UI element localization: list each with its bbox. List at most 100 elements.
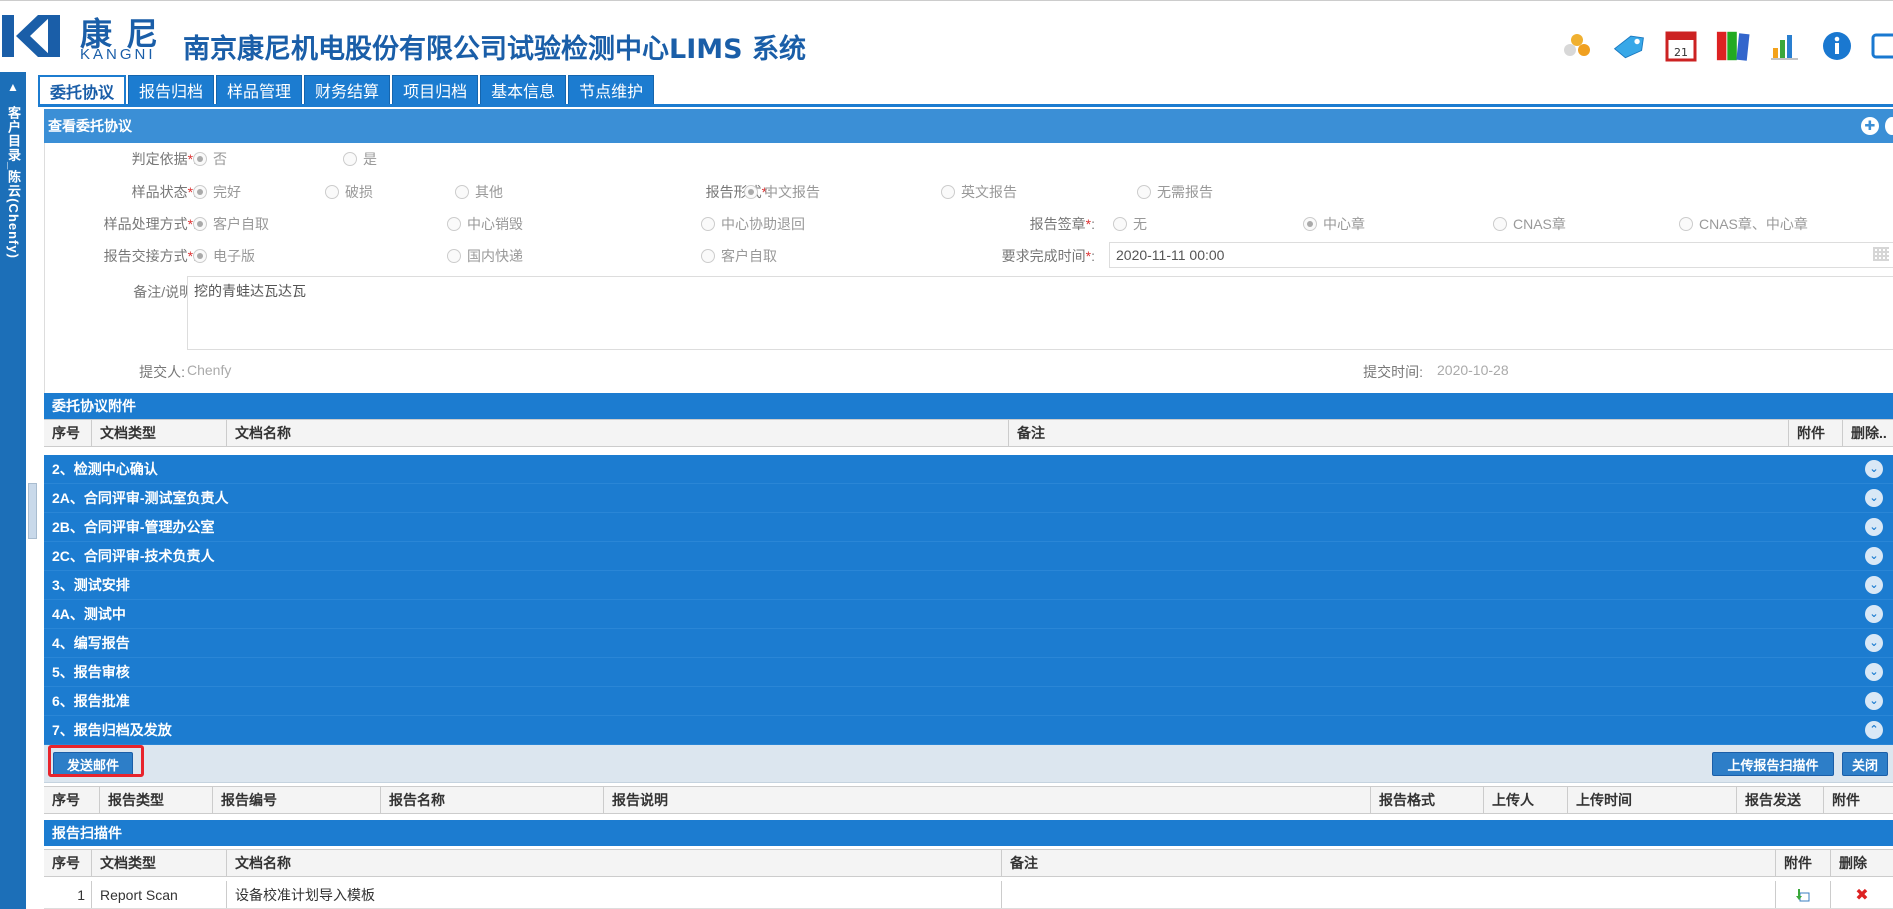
col-remark[interactable]: 备注 <box>1002 850 1776 876</box>
chevron-down-icon[interactable]: ⌄ <box>1865 547 1883 565</box>
report-seal-center-radio[interactable]: 中心章 <box>1303 214 1365 234</box>
chevron-down-icon[interactable]: ⌄ <box>1865 663 1883 681</box>
app-title: 南京康尼机电股份有限公司试验检测中心LIMS 系统 <box>183 34 806 65</box>
col-report-number[interactable]: 报告编号 <box>213 787 381 813</box>
report-delivery-electronic-radio[interactable]: 电子版 <box>193 246 255 266</box>
report-form-none-radio[interactable]: 无需报告 <box>1137 182 1213 202</box>
col-doc-type[interactable]: 文档类型 <box>92 420 227 446</box>
col-remark[interactable]: 备注 <box>1009 420 1789 446</box>
delete-icon[interactable]: ✖ <box>1831 881 1893 908</box>
judgement-no-radio[interactable]: 否 <box>193 149 227 169</box>
scan-section-title: 报告扫描件 <box>44 820 1893 846</box>
col-index[interactable]: 序号 <box>44 420 92 446</box>
report-seal-cnas-radio[interactable]: CNAS章 <box>1493 214 1566 234</box>
chevron-up-icon[interactable]: ⌃ <box>1865 721 1883 739</box>
kangni-logo-icon <box>2 15 60 57</box>
workflow-step[interactable]: 5、报告审核 ⌄ <box>44 658 1893 687</box>
workflow-step[interactable]: 2A、合同评审-测试室负责人 ⌄ <box>44 484 1893 513</box>
workflow-step[interactable]: 2B、合同评审-管理办公室 ⌄ <box>44 513 1893 542</box>
chevron-down-icon[interactable]: ⌄ <box>1865 576 1883 594</box>
workflow-step[interactable]: 4、编写报告 ⌄ <box>44 629 1893 658</box>
report-delivery-label: 报告交接方式*: <box>103 248 197 264</box>
tab-report-archive[interactable]: 报告归档 <box>128 75 215 105</box>
tab-finance[interactable]: 财务结算 <box>304 75 391 105</box>
tag-icon[interactable] <box>1611 28 1647 64</box>
entrust-form: 判定依据*: 否 是 样品状态*: 完好 破损 其他 报告形式*: 中文报告 英… <box>44 143 1893 393</box>
upload-scan-button[interactable]: 上传报告扫描件 <box>1712 752 1834 776</box>
col-report-type[interactable]: 报告类型 <box>100 787 213 813</box>
workflow-step[interactable]: 4A、测试中 ⌄ <box>44 600 1893 629</box>
table-row[interactable]: 1 Report Scan 设备校准计划导入模板 ✖ <box>44 881 1893 909</box>
workflow-step-expanded[interactable]: 7、报告归档及发放 ⌃ <box>44 716 1893 745</box>
col-index[interactable]: 序号 <box>44 850 92 876</box>
expand-icon[interactable]: ✚ <box>1861 117 1879 135</box>
col-doc-name[interactable]: 文档名称 <box>227 420 1009 446</box>
left-collapsed-panel[interactable]: ▲ 客户目录_陈云(Chenfy) <box>0 72 26 909</box>
tab-project-archive[interactable]: 项目归档 <box>392 75 479 105</box>
col-attachment[interactable]: 附件 <box>1776 850 1831 876</box>
report-form-chinese-radio[interactable]: 中文报告 <box>744 182 820 202</box>
close-button[interactable]: 关闭 <box>1842 752 1888 776</box>
col-report-desc[interactable]: 报告说明 <box>604 787 1371 813</box>
download-icon[interactable] <box>1776 881 1831 908</box>
col-attachment[interactable]: 附件 <box>1824 787 1893 813</box>
highlight-frame <box>48 745 144 777</box>
splitter-grip[interactable] <box>28 483 37 539</box>
col-upload-time[interactable]: 上传时间 <box>1568 787 1737 813</box>
sample-handling-destroy-radio[interactable]: 中心销毁 <box>447 214 523 234</box>
chevron-down-icon[interactable]: ⌄ <box>1865 634 1883 652</box>
col-doc-name[interactable]: 文档名称 <box>227 850 1002 876</box>
action-toolbar: 发送邮件 上传报告扫描件 关闭 <box>44 745 1893 783</box>
col-uploader[interactable]: 上传人 <box>1484 787 1568 813</box>
books-icon[interactable] <box>1715 28 1751 64</box>
workflow-step[interactable]: 6、报告批准 ⌄ <box>44 687 1893 716</box>
report-delivery-express-radio[interactable]: 国内快递 <box>447 246 523 266</box>
col-index[interactable]: 序号 <box>44 787 100 813</box>
judgement-yes-radio[interactable]: 是 <box>343 149 377 169</box>
sample-state-intact-radio[interactable]: 完好 <box>193 182 241 202</box>
tab-sample-management[interactable]: 样品管理 <box>216 75 303 105</box>
tab-node-maintenance[interactable]: 节点维护 <box>568 75 655 105</box>
logo-english: KANGNI <box>80 46 156 63</box>
col-delete[interactable]: 删除.. <box>1843 420 1893 446</box>
row-remark <box>1002 881 1776 908</box>
tab-entrust[interactable]: 委托协议 <box>38 75 127 105</box>
workflow-step[interactable]: 2C、合同评审-技术负责人 ⌄ <box>44 542 1893 571</box>
report-delivery-pickup-radio[interactable]: 客户自取 <box>701 246 777 266</box>
chart-icon[interactable] <box>1767 28 1803 64</box>
calendar-picker-icon[interactable] <box>1873 247 1889 261</box>
report-form-english-radio[interactable]: 英文报告 <box>941 182 1017 202</box>
chevron-down-icon[interactable]: ⌄ <box>1865 489 1883 507</box>
tab-basic-info[interactable]: 基本信息 <box>480 75 567 105</box>
sample-state-damaged-radio[interactable]: 破损 <box>325 182 373 202</box>
calendar-icon[interactable]: 21 <box>1663 28 1699 64</box>
deadline-input[interactable]: 2020-11-11 00:00 <box>1109 242 1893 268</box>
report-seal-both-radio[interactable]: CNAS章、中心章 <box>1679 214 1808 234</box>
col-report-send[interactable]: 报告发送 <box>1737 787 1824 813</box>
row-doc-type: Report Scan <box>92 881 227 908</box>
col-report-name[interactable]: 报告名称 <box>381 787 604 813</box>
workflow-step[interactable]: 2、检测中心确认 ⌄ <box>44 455 1893 484</box>
col-doc-type[interactable]: 文档类型 <box>92 850 227 876</box>
sample-handling-return-radio[interactable]: 中心协助退回 <box>701 214 805 234</box>
sample-handling-self-radio[interactable]: 客户自取 <box>193 214 269 234</box>
chevron-down-icon[interactable]: ⌄ <box>1865 605 1883 623</box>
chevron-down-icon[interactable]: ⌄ <box>1865 518 1883 536</box>
panel-title: 查看委托协议 <box>48 118 132 134</box>
chevron-down-icon[interactable]: ⌄ <box>1865 692 1883 710</box>
window-icon[interactable] <box>1871 28 1893 64</box>
col-delete[interactable]: 删除 <box>1831 850 1893 876</box>
col-attachment[interactable]: 附件 <box>1789 420 1843 446</box>
col-report-format[interactable]: 报告格式 <box>1371 787 1484 813</box>
remark-textarea[interactable]: 挖的青蛙达瓦达瓦 <box>187 276 1893 350</box>
submitter-label: 提交人: <box>139 364 185 380</box>
workflow-step[interactable]: 3、测试安排 ⌄ <box>44 571 1893 600</box>
sample-handling-label: 样品处理方式*: <box>103 216 197 232</box>
report-seal-none-radio[interactable]: 无 <box>1113 214 1147 234</box>
users-icon[interactable] <box>1559 28 1595 64</box>
submit-time-value: 2020-10-28 <box>1437 362 1509 378</box>
collapse-icon[interactable] <box>1885 117 1893 135</box>
info-icon[interactable] <box>1819 28 1855 64</box>
sample-state-other-radio[interactable]: 其他 <box>455 182 503 202</box>
chevron-down-icon[interactable]: ⌄ <box>1865 460 1883 478</box>
